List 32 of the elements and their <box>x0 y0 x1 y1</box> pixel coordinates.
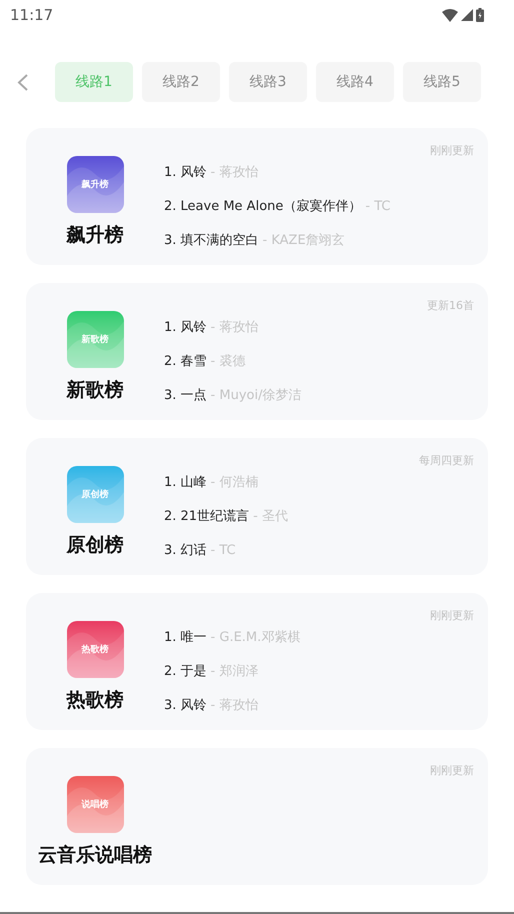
song-title[interactable]: 1. 风铃 <box>164 163 207 181</box>
song-title[interactable]: 2. Leave Me Alone（寂寞作伴） <box>164 197 362 215</box>
signal-icon <box>461 9 473 21</box>
chart-title[interactable]: 云音乐说唱榜 <box>38 842 152 868</box>
update-note: 刚刚更新 <box>430 763 474 778</box>
battery-icon <box>476 8 484 22</box>
song-title[interactable]: 2. 于是 <box>164 662 207 680</box>
chart-title[interactable]: 原创榜 <box>66 532 124 558</box>
update-note: 更新16首 <box>427 298 474 313</box>
cover-label: 原创榜 <box>82 488 108 501</box>
cover-label: 热歌榜 <box>82 643 108 656</box>
song-title[interactable]: 3. 幻话 <box>164 541 207 559</box>
song-title[interactable]: 1. 唯一 <box>164 628 207 646</box>
back-icon[interactable] <box>17 74 29 90</box>
song-title[interactable]: 3. 一点 <box>164 386 207 404</box>
song-title[interactable]: 3. 风铃 <box>164 696 207 714</box>
cover-label: 飙升榜 <box>82 178 108 191</box>
cover-label: 新歌榜 <box>82 333 108 346</box>
cover-label: 说唱榜 <box>82 798 108 811</box>
update-note: 刚刚更新 <box>430 608 474 623</box>
update-note: 每周四更新 <box>419 453 474 468</box>
song-title[interactable]: 2. 21世纪谎言 <box>164 507 250 525</box>
song-title[interactable]: 3. 填不满的空白 <box>164 231 259 249</box>
chart-title[interactable]: 飙升榜 <box>66 222 124 248</box>
chart-title[interactable]: 热歌榜 <box>66 687 124 713</box>
song-title[interactable]: 1. 风铃 <box>164 318 207 336</box>
update-note: 刚刚更新 <box>430 143 474 158</box>
status-time: 11:17 <box>10 6 54 24</box>
chart-title[interactable]: 新歌榜 <box>66 377 124 403</box>
song-title[interactable]: 2. 春雪 <box>164 352 207 370</box>
song-title[interactable]: 1. 山峰 <box>164 473 207 491</box>
wifi-icon <box>442 8 458 22</box>
